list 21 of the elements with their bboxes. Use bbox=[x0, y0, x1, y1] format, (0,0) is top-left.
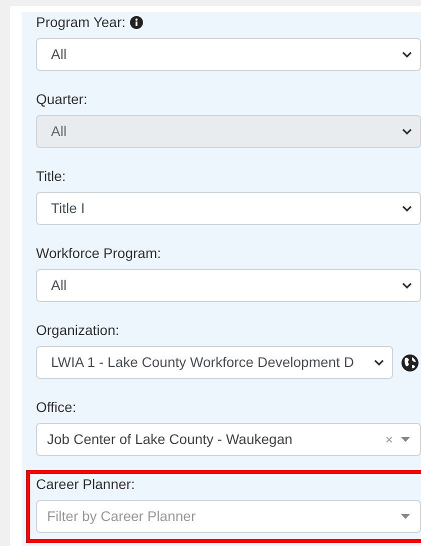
globe-icon[interactable] bbox=[401, 354, 419, 372]
combo-box[interactable]: Job Center of Lake County - Waukegan × bbox=[36, 423, 421, 456]
chevron-down-icon bbox=[402, 51, 412, 58]
chevron-down-icon bbox=[402, 282, 412, 289]
field-label: Program Year: bbox=[36, 13, 126, 32]
select-field[interactable]: All bbox=[36, 38, 421, 71]
dropdown-arrow-icon bbox=[401, 437, 410, 442]
dropdown-arrow-icon bbox=[401, 514, 410, 519]
select-field[interactable]: LWIA 1 - Lake County Workforce Development D bbox=[36, 346, 393, 379]
chevron-down-icon bbox=[374, 359, 384, 366]
chevron-down-icon bbox=[402, 205, 412, 212]
field-label: Office: bbox=[36, 398, 76, 417]
field-label: Organization: bbox=[36, 321, 120, 340]
field-label: Title: bbox=[36, 167, 66, 186]
field-label: Quarter: bbox=[36, 90, 88, 109]
info-icon[interactable] bbox=[130, 16, 142, 29]
field-label: Workforce Program: bbox=[36, 244, 161, 263]
chevron-down-icon bbox=[402, 128, 412, 135]
select-field[interactable]: All bbox=[36, 269, 421, 302]
select-field[interactable]: Title I bbox=[36, 192, 421, 225]
field-label: Career Planner: bbox=[36, 475, 135, 494]
